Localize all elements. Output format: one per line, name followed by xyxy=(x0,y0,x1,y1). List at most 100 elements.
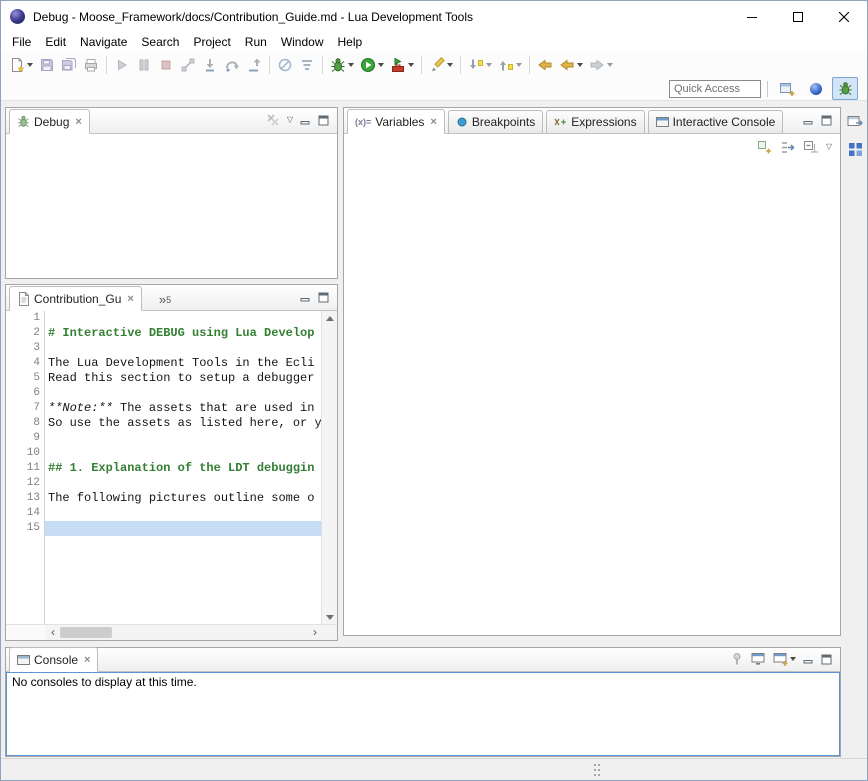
editor-lines[interactable]: ​# Interactive DEBUG using Lua Develop​T… xyxy=(45,311,321,624)
close-button[interactable] xyxy=(821,1,867,32)
code-line[interactable]: ## 1. Explanation of the LDT debuggin xyxy=(45,461,321,476)
debug-button[interactable] xyxy=(327,54,357,76)
statusbar-grip[interactable] xyxy=(593,763,601,777)
remove-all-terminated-icon[interactable] xyxy=(266,113,280,127)
collapse-all-icon[interactable] xyxy=(803,140,818,155)
minimize-view-icon[interactable] xyxy=(300,115,311,126)
debug-view-content[interactable] xyxy=(6,134,337,278)
code-line[interactable]: ​ xyxy=(45,341,321,356)
maximize-view-icon[interactable] xyxy=(318,292,329,303)
tab-console[interactable]: Console × xyxy=(9,647,98,672)
minimize-view-icon[interactable] xyxy=(300,292,311,303)
debug-view-panel: Debug × ▽ xyxy=(5,107,338,279)
code-line[interactable]: ​ xyxy=(45,386,321,401)
menu-item-search[interactable]: Search xyxy=(134,32,186,53)
restore-view-button[interactable] xyxy=(845,111,865,131)
quick-access-field[interactable]: Quick Access xyxy=(669,80,761,98)
back-button[interactable] xyxy=(556,54,586,76)
ldt-perspective-button[interactable] xyxy=(803,77,829,100)
next-annotation-button[interactable] xyxy=(465,54,495,76)
minimize-view-icon[interactable] xyxy=(803,654,814,665)
save-all-button[interactable] xyxy=(58,54,80,76)
code-line[interactable]: ​ xyxy=(45,431,321,446)
scroll-down-icon[interactable] xyxy=(322,610,337,624)
mark-occurrences-button[interactable] xyxy=(426,54,456,76)
minimize-view-icon[interactable] xyxy=(803,115,814,126)
suspend-button[interactable] xyxy=(133,54,155,76)
close-icon[interactable]: × xyxy=(75,116,81,128)
tab-contribution-guide[interactable]: Contribution_Gu × xyxy=(9,286,142,311)
menu-item-navigate[interactable]: Navigate xyxy=(73,32,134,53)
code-line[interactable]: ​ xyxy=(45,476,321,491)
print-button[interactable] xyxy=(80,54,102,76)
annotation-ruler[interactable] xyxy=(6,311,18,624)
menu-item-window[interactable]: Window xyxy=(274,32,331,53)
step-into-button[interactable] xyxy=(199,54,221,76)
external-tools-button[interactable] xyxy=(387,54,417,76)
minimize-button[interactable] xyxy=(729,1,775,32)
step-over-icon xyxy=(224,57,240,73)
maximize-button[interactable] xyxy=(775,1,821,32)
perspective-separator xyxy=(767,81,768,97)
scroll-up-icon[interactable] xyxy=(322,311,337,325)
editor-vscrollbar[interactable] xyxy=(321,311,337,624)
variables-content[interactable] xyxy=(344,160,840,635)
close-icon[interactable]: × xyxy=(430,116,436,128)
show-logical-structures-icon[interactable] xyxy=(780,140,795,155)
open-console-button[interactable] xyxy=(773,648,796,670)
menu-item-edit[interactable]: Edit xyxy=(38,32,73,53)
disconnect-button[interactable] xyxy=(177,54,199,76)
tab-variables[interactable]: (x)= Variables × xyxy=(347,109,445,134)
run-button[interactable] xyxy=(357,54,387,76)
show-type-names-icon[interactable] xyxy=(757,140,772,155)
resume-button[interactable] xyxy=(111,54,133,76)
new-wizard-button[interactable] xyxy=(6,54,36,76)
tab-breakpoints[interactable]: Breakpoints xyxy=(448,110,543,133)
grid-view-button[interactable] xyxy=(845,139,865,159)
use-step-filters-button[interactable] xyxy=(296,54,318,76)
maximize-view-icon[interactable] xyxy=(821,654,832,665)
menu-item-project[interactable]: Project xyxy=(186,32,237,53)
forward-button[interactable] xyxy=(586,54,616,76)
code-line[interactable]: # Interactive DEBUG using Lua Develop xyxy=(45,326,321,341)
code-line[interactable]: ​ xyxy=(45,521,321,536)
view-menu-icon[interactable]: ▽ xyxy=(826,143,832,151)
menu-item-file[interactable]: File xyxy=(5,32,38,53)
code-line[interactable]: So use the assets as listed here, or y xyxy=(45,416,321,431)
pin-console-icon[interactable] xyxy=(730,652,744,666)
close-icon[interactable]: × xyxy=(127,293,133,305)
previous-annotation-button[interactable] xyxy=(495,54,525,76)
menu-item-run[interactable]: Run xyxy=(238,32,274,53)
menu-item-help[interactable]: Help xyxy=(331,32,370,53)
hscroll-thumb[interactable] xyxy=(60,627,112,638)
hidden-editors-chevron[interactable]: »5 xyxy=(159,292,171,307)
console-content[interactable]: No consoles to display at this time. xyxy=(6,672,840,756)
scroll-right-icon[interactable]: › xyxy=(308,625,322,640)
open-perspective-button[interactable] xyxy=(774,77,800,100)
maximize-view-icon[interactable] xyxy=(318,115,329,126)
code-line[interactable]: ​ xyxy=(45,506,321,521)
tab-debug[interactable]: Debug × xyxy=(9,109,90,134)
editor-gutter[interactable]: 123456789101112131415 xyxy=(18,311,45,624)
skip-all-breakpoints-button[interactable] xyxy=(274,54,296,76)
code-line[interactable]: Read this section to setup a debugger xyxy=(45,371,321,386)
close-icon[interactable]: × xyxy=(84,654,90,666)
step-return-button[interactable] xyxy=(243,54,265,76)
editor-hscrollbar[interactable]: ‹ › xyxy=(46,625,322,640)
tab-expressions[interactable]: Expressions xyxy=(546,110,644,133)
code-line[interactable]: The following pictures outline some o xyxy=(45,491,321,506)
last-edit-location-button[interactable] xyxy=(534,54,556,76)
step-over-button[interactable] xyxy=(221,54,243,76)
code-line[interactable]: The Lua Development Tools in the Ecli xyxy=(45,356,321,371)
code-line[interactable]: ​ xyxy=(45,311,321,326)
tab-interactive-console[interactable]: Interactive Console xyxy=(648,110,784,133)
debug-perspective-button[interactable] xyxy=(832,77,858,100)
code-line[interactable]: **Note:** The assets that are used in xyxy=(45,401,321,416)
terminate-button[interactable] xyxy=(155,54,177,76)
scroll-left-icon[interactable]: ‹ xyxy=(46,625,60,640)
code-line[interactable]: ​ xyxy=(45,446,321,461)
display-selected-console-icon[interactable] xyxy=(751,652,766,666)
view-menu-icon[interactable]: ▽ xyxy=(287,116,293,124)
save-button[interactable] xyxy=(36,54,58,76)
maximize-view-icon[interactable] xyxy=(821,115,832,126)
